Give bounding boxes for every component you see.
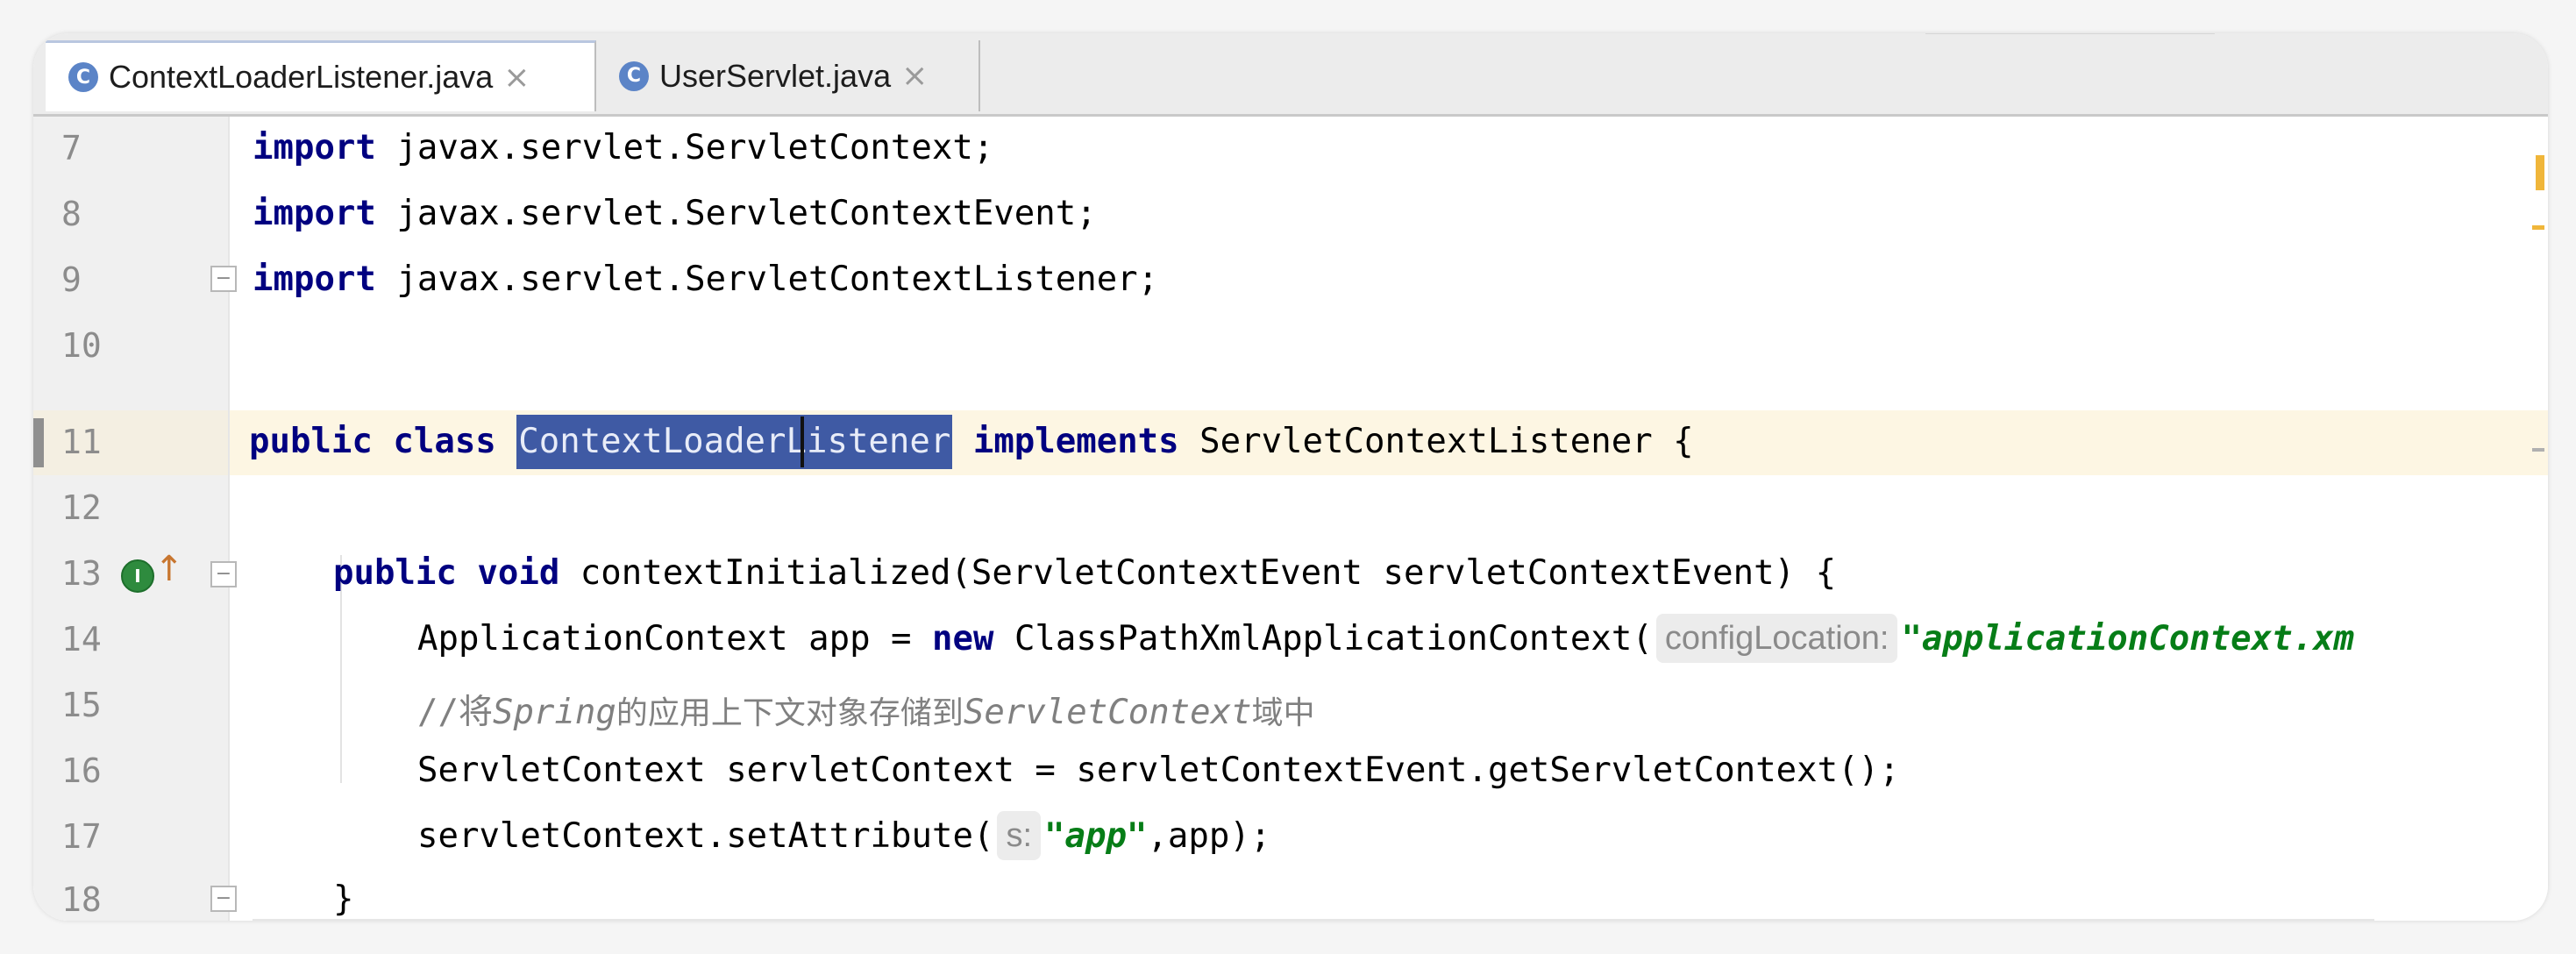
string-literal: "app" xyxy=(1044,816,1148,856)
code-text: ApplicationContext app = new ClassPathXm… xyxy=(417,614,2355,663)
constructor-call: ClassPathXmlApplicationContext( xyxy=(1014,619,1653,659)
import-path: javax.servlet.ServletContextListener; xyxy=(396,260,1159,299)
code-text: import javax.servlet.ServletContext; xyxy=(253,128,993,167)
line-number: 15 xyxy=(61,686,102,724)
statement: ServletContext servletContext = servletC… xyxy=(417,751,1900,790)
code-line-18[interactable]: 18 − } xyxy=(33,868,2548,921)
keyword: public xyxy=(333,553,457,593)
code-text: import javax.servlet.ServletContextListe… xyxy=(253,260,1158,299)
code-line-14[interactable]: 14 ApplicationContext app = new ClassPat… xyxy=(33,608,2548,673)
code-text: public class ContextLoaderListener imple… xyxy=(249,415,1694,469)
code-line-16[interactable]: 16 ServletContext servletContext = servl… xyxy=(33,739,2548,804)
code-line-13[interactable]: 13 I ↑ − public void contextInitialized(… xyxy=(33,542,2548,607)
comment: //将Spring的应用上下文对象存储到ServletContext域中 xyxy=(417,685,1315,734)
code-line-17[interactable]: 17 servletContext.setAttribute(s: "app",a… xyxy=(33,805,2548,870)
parameter-hint: configLocation: xyxy=(1655,614,1898,663)
warning-stripe[interactable] xyxy=(2532,225,2544,230)
fold-end-icon[interactable]: − xyxy=(210,266,237,292)
caret-stripe xyxy=(2532,448,2544,452)
close-tab-icon[interactable]: × xyxy=(503,60,530,96)
code-text: public void contextInitialized(ServletCo… xyxy=(333,553,1836,593)
java-class-icon: C xyxy=(68,62,98,92)
code-line-10[interactable]: 10 xyxy=(33,314,2548,379)
line-number: 12 xyxy=(61,488,102,527)
method-call: servletContext.setAttribute( xyxy=(417,816,994,856)
keyword: import xyxy=(253,128,376,167)
java-class-icon: C xyxy=(619,61,649,91)
tab-label: UserServlet.java xyxy=(659,57,892,94)
class-name: ContextLoaderListener xyxy=(518,422,951,461)
title-divider xyxy=(1925,33,2215,34)
keyword: import xyxy=(253,194,376,233)
editor-window: C ContextLoaderListener.java × C UserSer… xyxy=(33,33,2548,921)
warning-stripe[interactable] xyxy=(2536,155,2544,190)
code-text: import javax.servlet.ServletContextEvent… xyxy=(253,194,1097,233)
comment-text: 域中 xyxy=(1251,695,1315,731)
comment-text: 的应用上下文对象存储到 xyxy=(616,695,964,731)
method-signature: contextInitialized(ServletContextEvent s… xyxy=(580,553,1837,593)
fold-end-icon[interactable]: − xyxy=(210,886,237,912)
comment-text: Spring xyxy=(492,693,616,732)
line-number: 9 xyxy=(61,260,82,299)
call-args: ,app); xyxy=(1147,816,1271,856)
code-text: ServletContext servletContext = servletC… xyxy=(417,751,1900,790)
comment-text: ServletContext xyxy=(963,693,1252,732)
variable-declaration: ApplicationContext app = xyxy=(417,619,932,659)
code-text: } xyxy=(333,879,353,919)
keyword: implements xyxy=(972,422,1179,461)
keyword: new xyxy=(932,619,994,659)
text-cursor xyxy=(801,416,805,467)
import-path: javax.servlet.ServletContext; xyxy=(396,128,994,167)
tab-label: ContextLoaderListener.java xyxy=(109,59,494,95)
implements-method-icon[interactable]: I xyxy=(121,559,154,593)
code-line-9[interactable]: 9 − import javax.servlet.ServletContextL… xyxy=(33,248,2548,313)
code-text: servletContext.setAttribute(s: "app",app)… xyxy=(417,811,1271,860)
keyword: void xyxy=(477,553,560,593)
code-editor[interactable]: 7 import javax.servlet.ServletContext; 8… xyxy=(33,117,2548,921)
code-line-11[interactable]: 11 public class ContextLoaderListener im… xyxy=(33,410,2548,475)
line-number: 17 xyxy=(61,817,102,856)
tab-context-loader-listener[interactable]: C ContextLoaderListener.java × xyxy=(46,40,596,111)
keyword: public xyxy=(249,422,373,461)
line-number: 8 xyxy=(61,195,82,233)
fold-start-icon[interactable]: − xyxy=(210,561,237,587)
line-number: 11 xyxy=(61,423,102,461)
close-tab-icon[interactable]: × xyxy=(901,58,928,94)
comment-text: //将 xyxy=(417,693,493,732)
line-number: 16 xyxy=(61,751,102,790)
tab-user-servlet[interactable]: C UserServlet.java × xyxy=(596,40,980,111)
line-number: 7 xyxy=(61,129,82,167)
code-line-12[interactable]: 12 xyxy=(33,476,2548,541)
parameter-hint: s: xyxy=(997,811,1042,860)
line-number: 13 xyxy=(61,554,102,593)
import-path: javax.servlet.ServletContextEvent; xyxy=(396,194,1097,233)
keyword: import xyxy=(253,260,376,299)
tab-bar: C ContextLoaderListener.java × C UserSer… xyxy=(33,33,2548,117)
string-literal: "applicationContext.xm xyxy=(1901,619,2355,659)
line-number: 10 xyxy=(61,326,102,365)
line-number: 18 xyxy=(61,880,102,919)
selected-class-name[interactable]: ContextLoaderListener xyxy=(516,415,953,469)
go-to-interface-arrow-icon[interactable]: ↑ xyxy=(154,549,184,589)
horizontal-scrollbar[interactable] xyxy=(253,919,2374,921)
code-line-15[interactable]: 15 //将Spring的应用上下文对象存储到ServletContext域中 xyxy=(33,673,2548,738)
code-line-8[interactable]: 8 import javax.servlet.ServletContextEve… xyxy=(33,182,2548,247)
closing-brace: } xyxy=(333,879,354,919)
keyword: class xyxy=(393,422,496,461)
code-line-7[interactable]: 7 import javax.servlet.ServletContext; xyxy=(33,117,2548,182)
interface-name: ServletContextListener { xyxy=(1199,422,1694,461)
line-number: 14 xyxy=(61,620,102,659)
